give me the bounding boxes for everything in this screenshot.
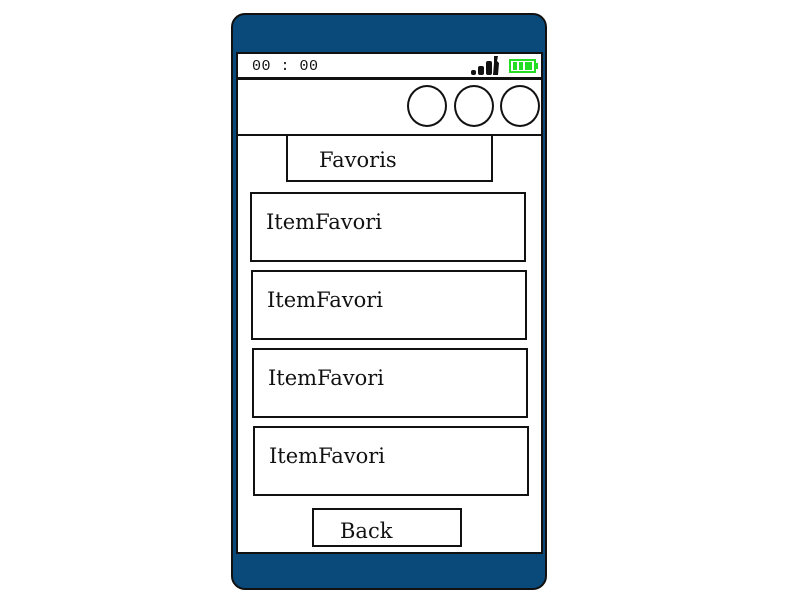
signal-strength-icon — [471, 56, 499, 75]
toolbar — [236, 80, 543, 136]
toolbar-circle-button-2[interactable] — [454, 85, 494, 127]
back-button[interactable]: Back — [312, 508, 462, 547]
favorite-item-label: ItemFavori — [268, 366, 385, 390]
toolbar-circle-button-3[interactable] — [500, 85, 540, 127]
favorite-item-2[interactable]: ItemFavori — [251, 270, 527, 340]
back-button-label: Back — [340, 519, 393, 543]
favorite-item-1[interactable]: ItemFavori — [250, 192, 526, 262]
toolbar-circle-button-1[interactable] — [407, 85, 447, 127]
favorite-item-4[interactable]: ItemFavori — [253, 426, 529, 496]
favorite-item-label: ItemFavori — [267, 288, 384, 312]
page-title: Favoris — [319, 148, 397, 172]
favorite-item-3[interactable]: ItemFavori — [252, 348, 528, 418]
status-bar: 00 : 00 — [236, 52, 543, 80]
status-time: 00 : 00 — [252, 58, 319, 75]
favorite-item-label: ItemFavori — [266, 210, 383, 234]
battery-icon — [509, 59, 538, 73]
favorite-item-label: ItemFavori — [269, 444, 386, 468]
page-title-box: Favoris — [286, 136, 493, 182]
